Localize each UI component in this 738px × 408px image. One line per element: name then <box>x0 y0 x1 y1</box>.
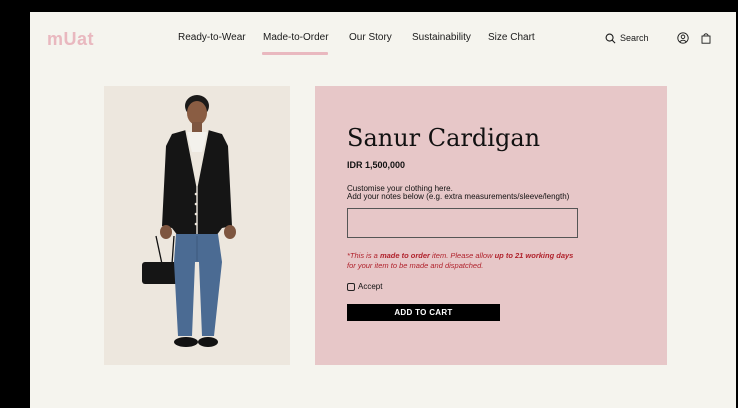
search-button[interactable]: Search <box>605 31 649 45</box>
model-illustration <box>104 86 290 365</box>
search-label: Search <box>620 33 649 43</box>
product-title: Sanur Cardigan <box>347 124 541 152</box>
search-icon <box>605 33 616 43</box>
add-to-cart-button[interactable]: ADD TO CART <box>347 304 500 321</box>
nav-sustainability[interactable]: Sustainability <box>412 32 471 43</box>
nav-ready-to-wear[interactable]: Ready-to-Wear <box>178 32 246 43</box>
account-icon[interactable] <box>677 32 689 44</box>
nav-our-story[interactable]: Our Story <box>349 32 392 43</box>
nav-made-to-order[interactable]: Made-to-Order <box>263 32 329 43</box>
product-panel: Sanur Cardigan IDR 1,500,000 Customise y… <box>315 86 667 365</box>
nav-active-indicator <box>262 52 328 55</box>
window-frame-top <box>0 0 738 12</box>
accept-terms[interactable]: Accept <box>347 282 382 291</box>
nav-size-chart[interactable]: Size Chart <box>488 32 535 43</box>
window-frame-left <box>0 0 30 408</box>
customisation-notes-input[interactable] <box>347 208 578 238</box>
made-to-order-disclaimer: *This is a made to order item. Please al… <box>347 251 574 270</box>
bag-icon[interactable] <box>700 32 712 44</box>
accept-checkbox[interactable] <box>347 282 355 291</box>
accept-label: Accept <box>358 282 383 291</box>
product-price: IDR 1,500,000 <box>347 160 406 170</box>
page: mUat Ready-to-Wear Made-to-Order Our Sto… <box>30 12 736 408</box>
customise-hint: Add your notes below (e.g. extra measure… <box>347 192 570 201</box>
product-photo <box>104 86 290 365</box>
